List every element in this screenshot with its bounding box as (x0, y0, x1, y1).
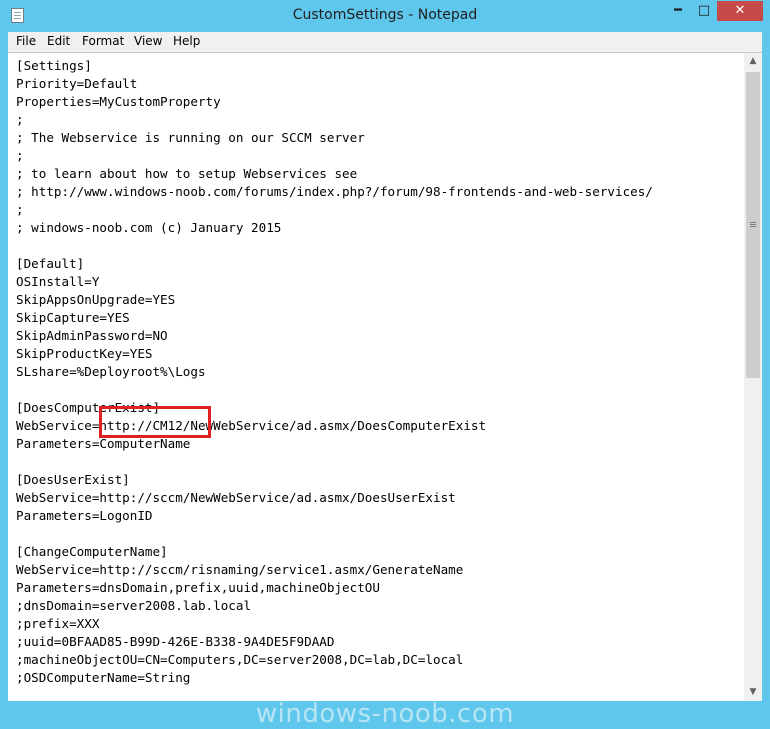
vertical-scrollbar[interactable]: ▲ ▼ (744, 53, 762, 701)
text-line: ;machineObjectOU=CN=Computers,DC=server2… (16, 652, 464, 667)
text-line: [DoesUserExist] (16, 472, 130, 487)
text-line: ;OSDComputerName=String (16, 670, 191, 685)
menu-edit[interactable]: Edit (47, 34, 70, 48)
scroll-up-arrow-icon[interactable]: ▲ (744, 53, 762, 70)
watermark: windows-noob.com (255, 699, 515, 729)
scrollbar-grip-icon (750, 222, 756, 223)
title-bar[interactable]: CustomSettings - Notepad ━ □ ✕ (0, 0, 770, 32)
text-line: ; to learn about how to setup Webservice… (16, 166, 358, 181)
text-line: ;prefix=XXX (16, 616, 100, 631)
text-line: [ChangeComputerName] (16, 544, 168, 559)
maximize-button[interactable]: □ (691, 1, 717, 21)
menu-file[interactable]: File (16, 34, 36, 48)
menu-view[interactable]: View (134, 34, 162, 48)
text-line: WebService=http://CM12/NewWebService/ad.… (16, 418, 487, 433)
text-line: ; windows-noob.com (c) January 2015 (16, 220, 282, 235)
text-line: WebService=http://sccm/NewWebService/ad.… (16, 490, 456, 505)
text-line (16, 525, 744, 543)
text-line: SkipAppsOnUpgrade=YES (16, 292, 176, 307)
text-line: SkipCapture=YES (16, 310, 130, 325)
menu-format[interactable]: Format (82, 34, 124, 48)
notepad-window: CustomSettings - Notepad ━ □ ✕ File Edit… (0, 0, 770, 729)
text-line: Properties=MyCustomProperty (16, 94, 221, 109)
text-line: Priority=Default (16, 76, 138, 91)
text-line: ;dnsDomain=server2008.lab.local (16, 598, 252, 613)
text-line: ; (16, 202, 24, 217)
text-line: ; (16, 148, 24, 163)
text-area[interactable]: [Settings] Priority=Default Properties=MyC… (8, 53, 744, 701)
text-line: [Default] (16, 256, 85, 271)
text-line: ; The Webservice is running on our SCCM … (16, 130, 365, 145)
text-line: Parameters=dnsDomain,prefix,uuid,machine… (16, 580, 380, 595)
menu-bar: File Edit Format View Help (8, 32, 762, 52)
text-line: Parameters=ComputerName (16, 436, 191, 451)
window-title: CustomSettings - Notepad (292, 7, 478, 23)
text-line: SkipProductKey=YES (16, 346, 153, 361)
text-line: ;uuid=0BFAAD85-B99D-426E-B338-9A4DE5F9DA… (16, 634, 335, 649)
text-line: [Settings] (16, 58, 92, 73)
minimize-button[interactable]: ━ (665, 1, 691, 21)
text-line: SLshare=%Deployroot%\Logs (16, 364, 206, 379)
text-line: ; (16, 112, 24, 127)
menu-help[interactable]: Help (173, 34, 200, 48)
text-line: Parameters=LogonID (16, 508, 153, 523)
text-editor[interactable]: [Settings] Priority=Default Properties=MyC… (8, 52, 762, 701)
text-line: WebService=http://sccm/risnaming/service… (16, 562, 464, 577)
text-line (16, 237, 744, 255)
close-button[interactable]: ✕ (717, 1, 763, 21)
scrollbar-thumb[interactable] (746, 72, 760, 378)
text-line: OSInstall=Y (16, 274, 100, 289)
text-line: [DoesComputerExist] (16, 400, 161, 415)
text-line: ; http://www.windows-noob.com/forums/ind… (16, 184, 653, 199)
text-line (16, 381, 744, 399)
text-line (16, 453, 744, 471)
text-line: SkipAdminPassword=NO (16, 328, 168, 343)
